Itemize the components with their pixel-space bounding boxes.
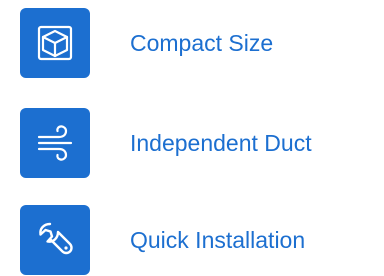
features-panel: Compact Size Independent Duct Quick Inst…: [0, 0, 384, 276]
feature-label: Independent Duct: [130, 129, 312, 156]
feature-icon-tile: [20, 205, 90, 275]
feature-label: Quick Installation: [130, 226, 306, 253]
airflow-icon: [37, 125, 73, 161]
feature-icon-tile: [20, 8, 90, 78]
feature-icon-tile: [20, 108, 90, 178]
feature-label: Compact Size: [130, 29, 274, 56]
cube-icon: [37, 25, 73, 61]
feature-quick-installation: Quick Installation: [20, 205, 305, 275]
feature-independent-duct: Independent Duct: [20, 108, 312, 178]
feature-compact-size: Compact Size: [20, 8, 273, 78]
wrench-icon: [39, 222, 73, 255]
